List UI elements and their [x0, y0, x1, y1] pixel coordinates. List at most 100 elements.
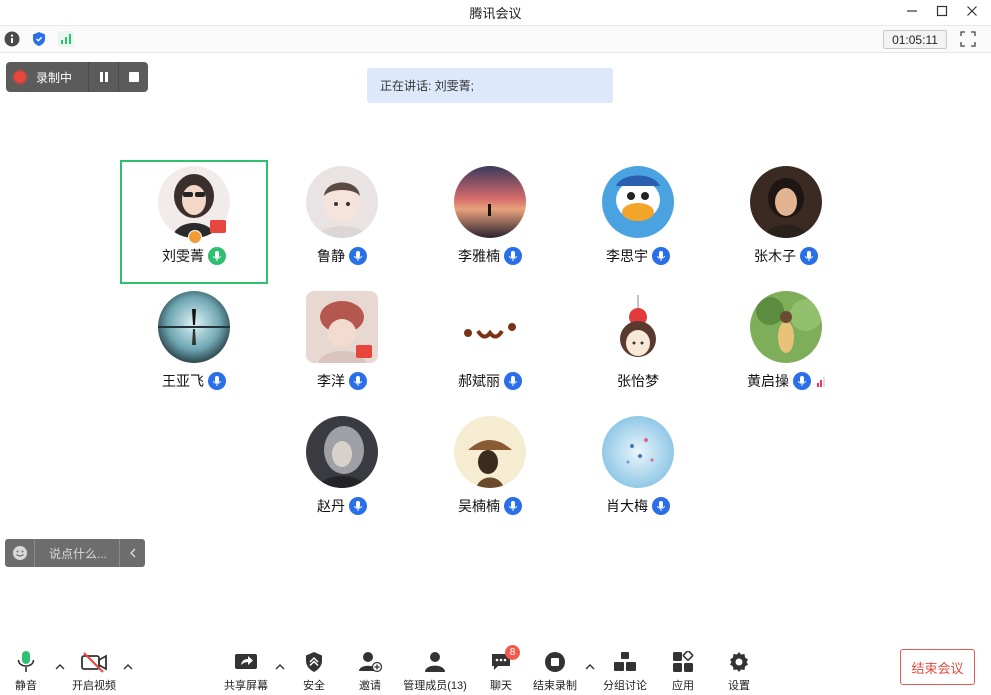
participant-name: 张怡梦: [617, 373, 659, 389]
fullscreen-icon: [960, 31, 976, 47]
emoji-icon: [12, 546, 27, 560]
recording-indicator: 录制中: [6, 62, 148, 92]
participant-name: 赵丹: [317, 498, 345, 514]
avatar: [454, 291, 526, 363]
gear-icon: [730, 652, 748, 672]
members-icon: [425, 652, 445, 672]
participant-name: 黄启操: [747, 373, 789, 389]
mic-icon: [349, 497, 367, 515]
signal-icon: [58, 31, 74, 47]
chat-label: 聊天: [490, 680, 512, 692]
security-status-button[interactable]: [30, 30, 48, 48]
settings-button[interactable]: 设置: [724, 649, 754, 693]
chat-quick-input[interactable]: 说点什么...: [5, 539, 145, 567]
participant-tile[interactable]: 吴楠楠: [416, 410, 564, 534]
participant-tile[interactable]: 王亚飞: [120, 285, 268, 409]
mic-icon: [208, 372, 226, 390]
recording-status: 录制中: [6, 62, 88, 92]
participant-tile[interactable]: 黄启操: [712, 285, 860, 409]
info-icon: [4, 31, 20, 47]
mic-icon: [504, 247, 522, 265]
participant-name: 李洋: [317, 373, 345, 389]
video-off-icon: [81, 652, 107, 673]
emoji-button[interactable]: [5, 539, 35, 567]
collapse-chat-button[interactable]: [119, 539, 145, 567]
apps-button[interactable]: 应用: [668, 649, 698, 693]
close-button[interactable]: [957, 0, 987, 22]
chevron-up-icon: [55, 663, 65, 669]
active-speaker-banner: 正在讲话: 刘雯菁;: [367, 68, 613, 103]
network-status-button[interactable]: [57, 30, 75, 48]
fullscreen-button[interactable]: [959, 30, 977, 48]
avatar: [158, 291, 230, 363]
apps-icon: [673, 651, 694, 672]
manage-members-button[interactable]: 管理成员(13): [400, 649, 470, 693]
meeting-info-button[interactable]: [3, 30, 21, 48]
bottom-toolbar: 静音 开启视频 共享屏幕 安全 邀请 管理成员(13) 8 聊天 结束录制 分组…: [0, 645, 991, 695]
invite-user-icon: [359, 652, 382, 673]
share-screen-button[interactable]: 共享屏幕: [222, 649, 270, 693]
avatar: [306, 166, 378, 238]
share-screen-label: 共享屏幕: [224, 680, 268, 692]
security-button[interactable]: 安全: [296, 649, 332, 693]
video-options-button[interactable]: [121, 659, 135, 673]
mute-button[interactable]: 静音: [10, 649, 42, 693]
mute-label: 静音: [15, 680, 37, 692]
invite-button[interactable]: 邀请: [352, 649, 388, 693]
pause-recording-button[interactable]: [88, 62, 118, 92]
window-title: 腾讯会议: [469, 6, 522, 21]
chevron-up-icon: [585, 663, 595, 669]
participant-tile[interactable]: 张木子: [712, 160, 860, 284]
chevron-up-icon: [123, 663, 133, 669]
meeting-timer: 01:05:11: [883, 30, 947, 49]
mic-icon: [652, 247, 670, 265]
chevron-up-icon: [275, 663, 285, 669]
chat-button[interactable]: 8 聊天: [486, 645, 520, 693]
recording-label: 录制中: [36, 70, 73, 85]
participant-name: 李雅楠: [458, 248, 500, 264]
shield-icon: [306, 652, 322, 672]
avatar: [306, 416, 378, 488]
breakout-rooms-button[interactable]: 分组讨论: [602, 649, 648, 693]
maximize-button[interactable]: [927, 0, 957, 22]
participant-name: 鲁静: [317, 248, 345, 264]
avatar: [602, 416, 674, 488]
participant-tile[interactable]: 鲁静: [268, 160, 416, 284]
meeting-window: 腾讯会议 01:05:11 录制中 正在讲话: 刘雯菁; 刘雯菁 鲁静 李雅楠 …: [0, 0, 991, 695]
participant-tile[interactable]: 李洋: [268, 285, 416, 409]
breakout-label: 分组讨论: [603, 680, 647, 692]
start-video-button[interactable]: 开启视频: [70, 649, 118, 693]
stop-recording-button[interactable]: [118, 62, 148, 92]
recording-options-button[interactable]: [583, 659, 597, 673]
participant-tile[interactable]: 肖大梅: [564, 410, 712, 534]
mic-icon: [504, 372, 522, 390]
title-bar: 腾讯会议: [0, 0, 991, 24]
stop-record-icon: [545, 652, 565, 672]
chevron-left-icon: [129, 548, 135, 558]
avatar: [454, 166, 526, 238]
participant-tile[interactable]: 刘雯菁: [120, 160, 268, 284]
avatar: [750, 291, 822, 363]
microphone-icon: [17, 651, 35, 672]
audio-options-button[interactable]: [53, 659, 67, 673]
manage-members-label: 管理成员(13): [403, 680, 467, 692]
minimize-button[interactable]: [897, 0, 927, 22]
mic-active-icon: [208, 247, 226, 265]
participant-name: 李思宇: [606, 248, 648, 264]
avatar: [750, 166, 822, 238]
participant-name: 王亚飞: [162, 373, 204, 389]
share-options-button[interactable]: [273, 659, 287, 673]
participant-tile[interactable]: 郝斌丽: [416, 285, 564, 409]
end-meeting-button[interactable]: 结束会议: [900, 649, 975, 685]
pause-icon: [99, 72, 108, 82]
avatar: [454, 416, 526, 488]
end-recording-label: 结束录制: [533, 680, 577, 692]
end-recording-button[interactable]: 结束录制: [532, 649, 578, 693]
participant-tile[interactable]: 李思宇: [564, 160, 712, 284]
participant-tile[interactable]: 赵丹: [268, 410, 416, 534]
participant-tile[interactable]: 张怡梦: [564, 285, 712, 409]
participant-tile[interactable]: 李雅楠: [416, 160, 564, 284]
network-weak-icon: [817, 375, 825, 387]
mic-icon: [349, 247, 367, 265]
mic-icon: [793, 372, 811, 390]
